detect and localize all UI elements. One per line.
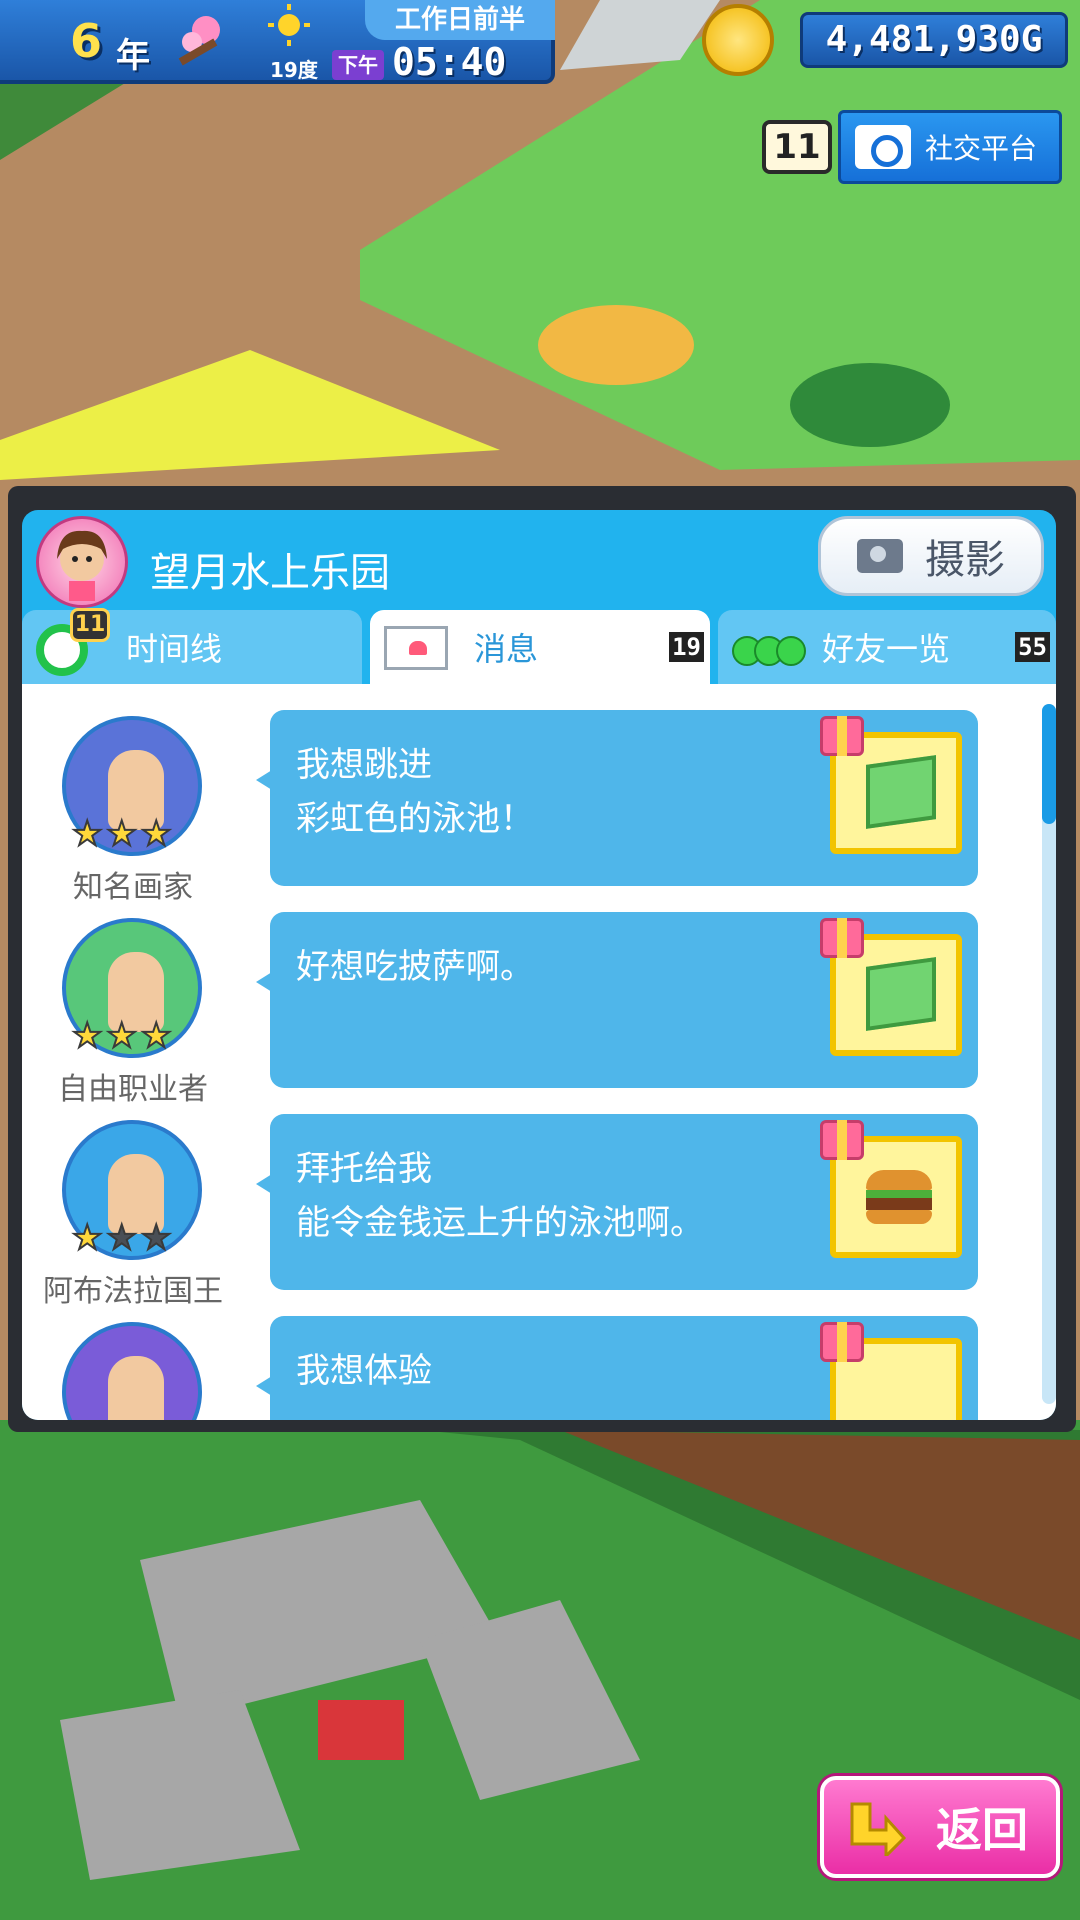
gift-ribbon-icon (820, 716, 864, 756)
gift-box[interactable] (820, 918, 962, 1056)
return-arrow-icon (846, 1800, 907, 1860)
message-list[interactable]: ★ ★ ★ 知名画家 我想跳进 彩虹色的泳池！ ★ ★ ★ 自由职业者 好想吃披萨啊。 ★ ★ ★ 阿布法… (22, 684, 1056, 1420)
star-icon: ★ (105, 814, 138, 854)
messages-count: 19 (669, 632, 704, 662)
star-icon: ★ (71, 814, 104, 854)
guest-rating: ★ ★ ★ (71, 814, 173, 854)
sun-icon (268, 4, 310, 46)
tab-messages-label: 消息 (474, 630, 539, 668)
star-icon: ★ (105, 1218, 138, 1258)
message-bubble[interactable]: 拜托给我 能令金钱运上升的泳池啊。 (256, 1114, 978, 1290)
message-bubble[interactable]: 好想吃披萨啊。 (256, 912, 978, 1088)
photo-button-label: 摄影 (925, 537, 1005, 583)
social-count-badge: 11 (762, 120, 832, 174)
park-name: 望月水上乐园 (150, 550, 390, 596)
guest-figure (108, 1356, 164, 1420)
message-text: 拜托给我 能令金钱运上升的泳池啊。 (296, 1149, 704, 1243)
guest-job: 知名画家 (73, 870, 193, 905)
envelope-icon (384, 626, 448, 670)
friends-count: 55 (1015, 632, 1050, 662)
burger-icon (866, 1170, 932, 1226)
message-row[interactable]: ★ ★ ★ 阿布法拉国王 拜托给我 能令金钱运上升的泳池啊。 (22, 1114, 1056, 1309)
timeline-badge: 11 (70, 608, 110, 642)
temperature: 19度 (270, 58, 318, 82)
gift-ribbon-icon (820, 1120, 864, 1160)
gold-coin-icon (702, 4, 774, 76)
star-icon: ★ (140, 1218, 173, 1258)
gift-box[interactable] (820, 1322, 962, 1420)
scrollbar[interactable] (1042, 704, 1056, 1404)
gift-box[interactable] (820, 1120, 962, 1258)
time-display: 05:40 (392, 40, 507, 84)
tab-friends[interactable]: 好友一览 55 (718, 610, 1056, 684)
guest-rating: ★ ★ ★ (71, 1016, 173, 1056)
message-text: 我想跳进 彩虹色的泳池！ (296, 745, 534, 839)
star-icon: ★ (71, 1016, 104, 1056)
social-panel: 望月水上乐园 摄影 11 时间线 消息 19 好友一览 55 ★ ★ ★ 知名画家 我想… (22, 510, 1056, 1420)
photo-button[interactable]: 摄影 (818, 516, 1044, 596)
star-icon: ★ (140, 814, 173, 854)
guest-job: 阿布法拉国王 (43, 1274, 223, 1309)
money-display: 4,481,930G (800, 12, 1068, 68)
tab-friends-label: 好友一览 (822, 630, 951, 668)
year-suffix: 年 (116, 36, 150, 76)
message-text: 好想吃披萨啊。 (296, 947, 534, 987)
hud-date-bar: 6 年 19度 下午 05:40 工作日前半 (0, 0, 555, 84)
cherry-blossom-icon (170, 12, 230, 68)
scrollbar-thumb[interactable] (1042, 704, 1056, 824)
green-cube-icon (866, 755, 936, 829)
tab-messages[interactable]: 消息 19 (370, 610, 710, 684)
camera-icon (857, 539, 903, 573)
tab-timeline[interactable]: 11 时间线 (22, 608, 362, 684)
social-platform-label: 社交平台 (925, 132, 1038, 165)
gift-box[interactable] (820, 716, 962, 854)
camera-icon (855, 125, 911, 169)
message-row[interactable]: 我想体验 (22, 1316, 1056, 1420)
tab-timeline-label: 时间线 (126, 630, 223, 668)
ampm-badge: 下午 (332, 50, 384, 80)
message-row[interactable]: ★ ★ ★ 知名画家 我想跳进 彩虹色的泳池！ (22, 710, 1056, 905)
star-icon: ★ (105, 1016, 138, 1056)
friends-icon (732, 628, 806, 672)
message-text: 我想体验 (296, 1351, 432, 1391)
star-icon: ★ (71, 1218, 104, 1258)
year-number: 6 (70, 14, 103, 68)
back-button-label: 返回 (936, 1803, 1028, 1857)
gift-ribbon-icon (820, 918, 864, 958)
guest-rating: ★ ★ ★ (71, 1218, 173, 1258)
message-row[interactable]: ★ ★ ★ 自由职业者 好想吃披萨啊。 (22, 912, 1056, 1107)
weekday-label: 工作日前半 (365, 0, 555, 40)
green-cube-icon (866, 957, 936, 1031)
star-icon: ★ (140, 1016, 173, 1056)
guest-avatar[interactable] (62, 1322, 202, 1420)
gift-ribbon-icon (820, 1322, 864, 1362)
guest-job: 自由职业者 (58, 1072, 208, 1107)
park-avatar (36, 516, 128, 608)
message-bubble[interactable]: 我想跳进 彩虹色的泳池！ (256, 710, 978, 886)
social-platform-button[interactable]: 社交平台 (838, 110, 1062, 184)
message-bubble[interactable]: 我想体验 (256, 1316, 978, 1420)
back-button[interactable]: 返回 (820, 1776, 1060, 1878)
